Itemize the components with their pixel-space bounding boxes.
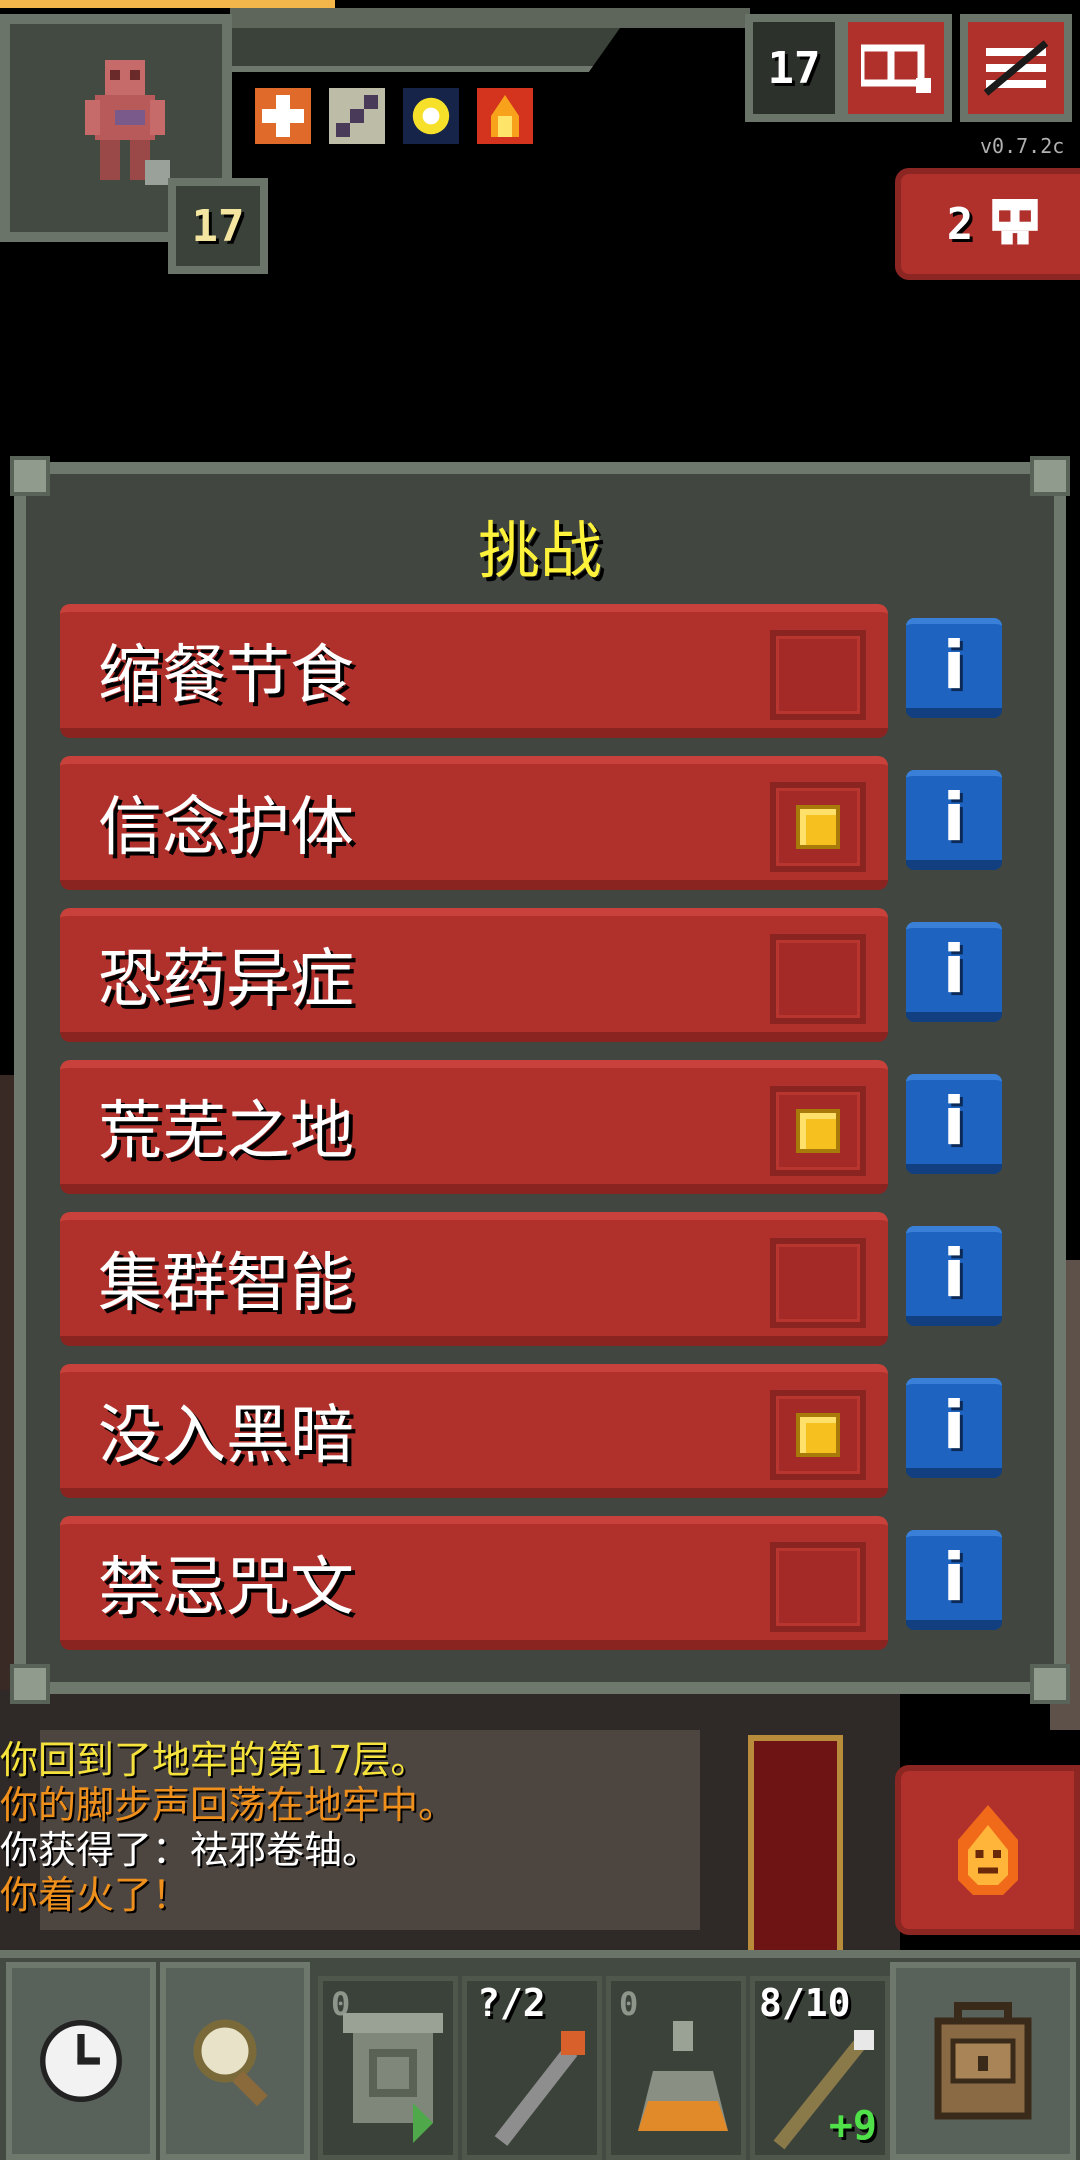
backpack-icon [934,2002,1032,2120]
window-title: 挑战 [477,514,602,587]
info-icon: i [942,1235,966,1312]
checkmark-icon [796,805,840,849]
challenge-row[interactable]: 恐药异症 [60,908,888,1042]
haste-buff-icon[interactable] [329,88,385,144]
flame-icon [957,1805,1018,1895]
quickslot-2[interactable]: ?/2 [462,1976,602,2160]
wait-button[interactable] [6,1962,156,2160]
challenge-info-button[interactable]: i [906,1530,1002,1630]
depth-indicator[interactable]: 17 [745,14,843,122]
hero-sprite-icon [85,60,170,185]
version-label: v0.7.2c [980,134,1065,158]
info-icon: i [942,1083,966,1160]
challenge-label: 禁忌咒文 [98,1551,354,1625]
challenge-checkbox[interactable] [770,630,866,720]
checkmark-icon [796,1109,840,1153]
challenge-info-button[interactable]: i [906,770,1002,870]
window-corner [10,1664,50,1704]
challenge-checkbox[interactable] [770,1238,866,1328]
burning-buff-icon[interactable] [477,88,533,144]
wand-charges: ?/2 [477,1981,546,2025]
challenge-info-button[interactable]: i [906,1378,1002,1478]
challenge-label: 缩餐节食 [98,639,354,713]
burning-status-button[interactable] [895,1765,1080,1935]
quickslot-3[interactable]: 0 [606,1976,746,2160]
info-icon: i [942,931,966,1008]
challenge-label: 恐药异症 [98,943,354,1017]
journal-button[interactable] [840,14,952,122]
magnifier-icon [193,2019,268,2107]
challenge-checkbox[interactable] [770,934,866,1024]
challenge-info-button[interactable]: i [906,618,1002,718]
challenge-label: 没入黑暗 [98,1399,354,1473]
info-icon: i [942,627,966,704]
challenge-row[interactable]: 缩餐节食 [60,604,888,738]
challenge-row[interactable]: 信念护体 [60,756,888,890]
challenge-info-button[interactable]: i [906,922,1002,1022]
status-bar-frame [230,8,750,28]
challenge-label: 集群智能 [98,1247,354,1321]
skull-icon [992,199,1038,245]
challenge-row[interactable]: 禁忌咒文 [60,1516,888,1650]
backpack-button[interactable] [890,1962,1076,2160]
challenge-label: 信念护体 [98,791,354,865]
enemy-count: 2 [946,198,974,250]
dungeon-carpet [748,1735,843,1965]
window-corner [1030,1664,1070,1704]
message-log: 你回到了地牢的第17层。 你的脚步声回荡在地牢中。 你获得了：祛邪卷轴。 你着火… [0,1738,456,1918]
log-message: 你的脚步声回荡在地牢中。 [0,1783,457,1827]
quickslot-4[interactable]: 8/10 +9 [750,1976,890,2160]
upgrade-bonus: +9 [828,2103,877,2149]
log-message: 你着火了！ [0,1873,191,1917]
hero-level-badge: 17 [168,178,268,274]
challenge-checkbox[interactable] [770,1086,866,1176]
staff-charges: 8/10 [759,1981,851,2025]
challenge-row[interactable]: 荒芜之地 [60,1060,888,1194]
danger-indicator[interactable]: 2 [895,168,1080,280]
scroll-icon [343,2013,443,2143]
log-message: 你回到了地牢的第17层。 [0,1738,429,1782]
buff-list [255,88,533,144]
challenge-checkbox[interactable] [770,1542,866,1632]
menu-icon [983,40,1049,96]
window-corner [1030,456,1070,496]
info-icon: i [942,779,966,856]
bless-buff-icon[interactable] [255,88,311,144]
challenge-info-button[interactable]: i [906,1074,1002,1174]
challenge-label: 荒芜之地 [98,1095,354,1169]
window-corner [10,456,50,496]
info-icon: i [942,1539,966,1616]
checkmark-icon [796,1413,840,1457]
potion-icon [638,2021,728,2131]
challenge-checkbox[interactable] [770,782,866,872]
light-buff-icon[interactable] [403,88,459,144]
menu-button[interactable] [960,14,1072,122]
challenge-checkbox[interactable] [770,1390,866,1480]
clock-icon [40,2020,122,2102]
health-bar [0,0,335,8]
quickslot-1[interactable]: 0 [318,1976,458,2160]
experience-bar [230,28,620,72]
search-button[interactable] [160,1962,310,2160]
info-icon: i [942,1387,966,1464]
challenge-info-button[interactable]: i [906,1226,1002,1326]
challenge-row[interactable]: 没入黑暗 [60,1364,888,1498]
wand-icon [494,2031,585,2146]
log-message: 你获得了：祛邪卷轴。 [0,1828,381,1872]
journal-icon [861,44,931,93]
challenge-row[interactable]: 集群智能 [60,1212,888,1346]
slot-zero-label: 0 [619,1985,639,2023]
